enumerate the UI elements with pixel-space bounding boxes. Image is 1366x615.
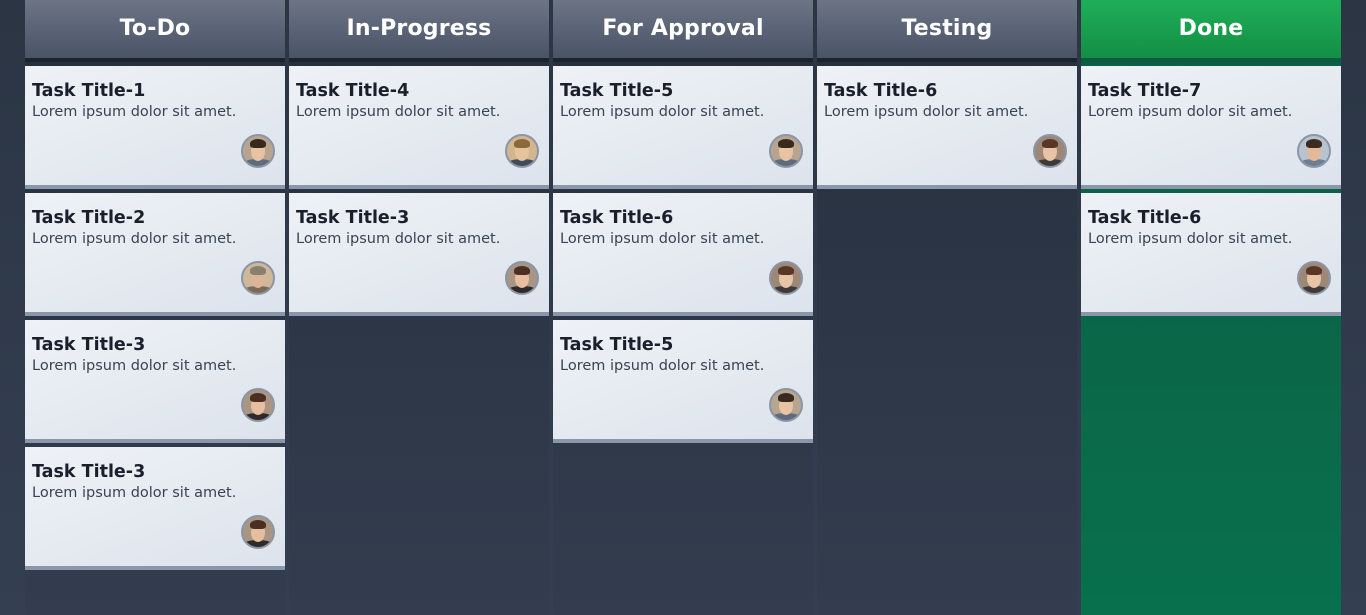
column-header[interactable]: In-Progress xyxy=(289,0,549,62)
column-header[interactable]: To-Do xyxy=(25,0,285,62)
column-header[interactable]: Done xyxy=(1081,0,1341,62)
task-title: Task Title-6 xyxy=(824,81,938,101)
task-card[interactable]: Task Title-3 Lorem ipsum dolor sit amet. xyxy=(25,320,285,443)
task-card[interactable]: Task Title-4 Lorem ipsum dolor sit amet. xyxy=(289,66,549,189)
task-description: Lorem ipsum dolor sit amet. xyxy=(560,358,765,374)
kanban-board: To-Do Task Title-1 Lorem ipsum dolor sit a… xyxy=(0,0,1366,615)
person-c-avatar[interactable] xyxy=(241,388,275,422)
task-description: Lorem ipsum dolor sit amet. xyxy=(560,104,765,120)
task-description: Lorem ipsum dolor sit amet. xyxy=(296,104,501,120)
avatar-hair xyxy=(1042,139,1058,148)
person-a-avatar[interactable] xyxy=(769,134,803,168)
card-list: Task Title-6 Lorem ipsum dolor sit amet. xyxy=(817,62,1077,189)
task-card[interactable]: Task Title-6 Lorem ipsum dolor sit amet. xyxy=(1081,193,1341,316)
task-card[interactable]: Task Title-6 Lorem ipsum dolor sit amet. xyxy=(817,66,1077,189)
task-title: Task Title-5 xyxy=(560,81,674,101)
task-title: Task Title-3 xyxy=(32,462,146,482)
task-description: Lorem ipsum dolor sit amet. xyxy=(32,231,237,247)
task-card[interactable]: Task Title-1 Lorem ipsum dolor sit amet. xyxy=(25,66,285,189)
task-title: Task Title-4 xyxy=(296,81,410,101)
avatar-hair xyxy=(514,266,530,275)
task-description: Lorem ipsum dolor sit amet. xyxy=(824,104,1029,120)
task-card[interactable]: Task Title-2 Lorem ipsum dolor sit amet. xyxy=(25,193,285,316)
task-title: Task Title-1 xyxy=(32,81,146,101)
avatar-hair xyxy=(778,266,794,275)
person-a-avatar[interactable] xyxy=(241,134,275,168)
task-description: Lorem ipsum dolor sit amet. xyxy=(296,231,501,247)
column-to-do: To-Do Task Title-1 Lorem ipsum dolor sit a… xyxy=(25,0,285,615)
person-c-avatar[interactable] xyxy=(241,515,275,549)
person-e-avatar[interactable] xyxy=(1297,261,1331,295)
task-title: Task Title-3 xyxy=(296,208,410,228)
card-list: Task Title-7 Lorem ipsum dolor sit amet. T… xyxy=(1081,62,1341,316)
avatar-hair xyxy=(250,393,266,402)
person-c-avatar[interactable] xyxy=(505,261,539,295)
card-list: Task Title-4 Lorem ipsum dolor sit amet. T… xyxy=(289,62,549,316)
task-card[interactable]: Task Title-5 Lorem ipsum dolor sit amet. xyxy=(553,320,813,443)
avatar-hair xyxy=(514,139,530,148)
column-for-approval: For Approval Task Title-5 Lorem ipsum dolo… xyxy=(553,0,813,615)
task-title: Task Title-2 xyxy=(32,208,146,228)
task-card[interactable]: Task Title-5 Lorem ipsum dolor sit amet. xyxy=(553,66,813,189)
task-card[interactable]: Task Title-6 Lorem ipsum dolor sit amet. xyxy=(553,193,813,316)
avatar-hair xyxy=(250,139,266,148)
task-title: Task Title-5 xyxy=(560,335,674,355)
column-testing: Testing Task Title-6 Lorem ipsum dolor sit… xyxy=(817,0,1077,615)
task-description: Lorem ipsum dolor sit amet. xyxy=(1088,104,1293,120)
task-description: Lorem ipsum dolor sit amet. xyxy=(560,231,765,247)
person-a-avatar[interactable] xyxy=(769,388,803,422)
task-description: Lorem ipsum dolor sit amet. xyxy=(32,358,237,374)
task-description: Lorem ipsum dolor sit amet. xyxy=(1088,231,1293,247)
task-title: Task Title-3 xyxy=(32,335,146,355)
avatar-hair xyxy=(778,139,794,148)
task-title: Task Title-6 xyxy=(1088,208,1202,228)
task-card[interactable]: Task Title-3 Lorem ipsum dolor sit amet. xyxy=(289,193,549,316)
person-e-avatar[interactable] xyxy=(1033,134,1067,168)
task-title: Task Title-7 xyxy=(1088,81,1202,101)
column-in-progress: In-Progress Task Title-4 Lorem ipsum dolor… xyxy=(289,0,549,615)
person-d-avatar[interactable] xyxy=(505,134,539,168)
column-header[interactable]: Testing xyxy=(817,0,1077,62)
person-e-avatar[interactable] xyxy=(769,261,803,295)
card-list: Task Title-5 Lorem ipsum dolor sit amet. T… xyxy=(553,62,813,443)
avatar-hair xyxy=(250,266,266,275)
card-list: Task Title-1 Lorem ipsum dolor sit amet. T… xyxy=(25,62,285,570)
avatar-hair xyxy=(250,520,266,529)
task-title: Task Title-6 xyxy=(560,208,674,228)
person-b-avatar[interactable] xyxy=(241,261,275,295)
task-description: Lorem ipsum dolor sit amet. xyxy=(32,485,237,501)
task-card[interactable]: Task Title-3 Lorem ipsum dolor sit amet. xyxy=(25,447,285,570)
column-done: Done Task Title-7 Lorem ipsum dolor sit am… xyxy=(1081,0,1341,615)
task-card[interactable]: Task Title-7 Lorem ipsum dolor sit amet. xyxy=(1081,66,1341,189)
task-description: Lorem ipsum dolor sit amet. xyxy=(32,104,237,120)
avatar-hair xyxy=(778,393,794,402)
column-header[interactable]: For Approval xyxy=(553,0,813,62)
person-f-avatar[interactable] xyxy=(1297,134,1331,168)
avatar-hair xyxy=(1306,139,1322,148)
avatar-hair xyxy=(1306,266,1322,275)
